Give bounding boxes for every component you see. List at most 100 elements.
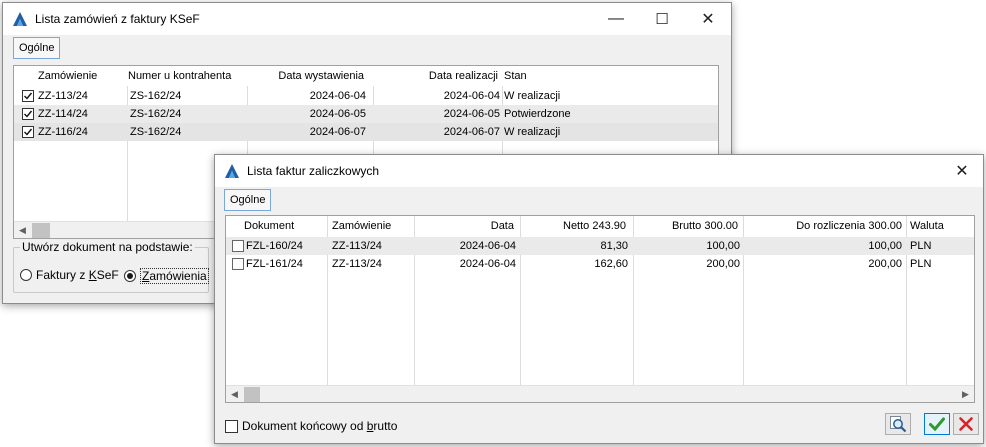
checkmark-icon xyxy=(24,110,33,118)
title-bar: Lista faktur zaliczkowych ✕ xyxy=(215,155,983,187)
cell-waluta: PLN xyxy=(910,258,932,270)
radio-zamowienia[interactable]: Zamówienia xyxy=(124,268,209,284)
x-icon xyxy=(959,417,973,431)
table-row[interactable]: FZL-160/24 ZZ-113/24 2024-06-04 81,30 10… xyxy=(226,237,974,255)
title-bar: Lista zamówień z faktury KSeF — ☐ ✕ xyxy=(3,3,731,35)
cell-data: 2024-06-04 xyxy=(459,258,516,270)
checkbox-box[interactable] xyxy=(225,419,238,433)
maximize-button[interactable]: ☐ xyxy=(639,3,685,35)
cell-numer: ZS-162/24 xyxy=(130,90,182,102)
cell-data-realizacji: 2024-06-04 xyxy=(443,90,500,102)
scroll-left-button[interactable]: ◀ xyxy=(14,222,31,238)
radio-circle-selected[interactable] xyxy=(124,270,136,282)
checkmark-icon xyxy=(24,128,33,136)
scroll-thumb[interactable] xyxy=(32,223,50,238)
row-checkbox[interactable] xyxy=(232,258,244,270)
table-header: Zamówienie Numer u kontrahenta Data wyst… xyxy=(14,66,718,86)
col-waluta[interactable]: Waluta xyxy=(910,216,970,236)
col-data[interactable]: Data xyxy=(416,216,514,236)
cell-do-rozliczenia: 100,00 xyxy=(868,240,902,252)
table-row[interactable]: ZZ-116/24 ZS-162/24 2024-06-07 2024-06-0… xyxy=(14,123,718,141)
cell-dokument: FZL-160/24 xyxy=(246,240,303,252)
table-header: Dokument Zamówienie Data Netto 243.90 Br… xyxy=(226,216,974,236)
scroll-right-button[interactable]: ▶ xyxy=(957,386,974,402)
cell-stan: W realizacji xyxy=(504,90,561,102)
col-brutto[interactable]: Brutto 300.00 xyxy=(636,216,738,236)
cell-data: 2024-06-04 xyxy=(459,240,516,252)
minimize-icon: — xyxy=(608,10,624,27)
arrow-left-icon: ◀ xyxy=(231,389,238,399)
radio-circle[interactable] xyxy=(20,269,32,281)
horizontal-scrollbar[interactable]: ◀ ▶ xyxy=(226,385,974,402)
close-button[interactable]: ✕ xyxy=(939,155,985,187)
table-row[interactable]: ZZ-113/24 ZS-162/24 2024-06-04 2024-06-0… xyxy=(14,87,718,105)
col-stan[interactable]: Stan xyxy=(504,66,584,86)
group-title: Utwórz dokument na podstawie: xyxy=(20,240,195,254)
cell-data-realizacji: 2024-06-07 xyxy=(443,126,500,138)
window-title: Lista zamówień z faktury KSeF xyxy=(35,12,200,26)
cancel-button[interactable] xyxy=(953,413,979,435)
cell-zamowienie: ZZ-114/24 xyxy=(38,108,88,120)
row-checkbox[interactable] xyxy=(22,126,34,138)
tab-ogolne[interactable]: Ogólne xyxy=(224,189,272,211)
cell-brutto: 100,00 xyxy=(706,240,740,252)
cell-do-rozliczenia: 200,00 xyxy=(868,258,902,270)
radio-dot xyxy=(127,273,133,279)
cell-data-realizacji: 2024-06-05 xyxy=(443,108,500,120)
cell-zamowienie: ZZ-116/24 xyxy=(38,126,88,138)
cell-netto: 81,30 xyxy=(600,240,628,252)
preview-button[interactable] xyxy=(885,413,911,435)
col-do-rozliczenia[interactable]: Do rozliczenia 300.00 xyxy=(746,216,902,236)
cell-stan: Potwierdzone xyxy=(504,108,571,120)
row-checkbox[interactable] xyxy=(22,90,34,102)
scroll-thumb[interactable] xyxy=(244,387,260,402)
col-data-realizacji[interactable]: Data realizacji xyxy=(374,66,498,86)
row-checkbox[interactable] xyxy=(22,108,34,120)
table-row[interactable]: FZL-161/24 ZZ-113/24 2024-06-04 162,60 2… xyxy=(226,255,974,273)
final-document-from-gross-checkbox[interactable]: Dokument końcowy od brutto xyxy=(225,419,397,433)
arrow-left-icon: ◀ xyxy=(19,225,26,235)
ok-button[interactable] xyxy=(924,413,950,435)
cell-zamowienie: ZZ-113/24 xyxy=(332,240,382,252)
checkmark-icon xyxy=(24,92,33,100)
close-icon: ✕ xyxy=(701,11,715,28)
checkmark-icon xyxy=(929,417,945,432)
row-checkbox[interactable] xyxy=(232,240,244,252)
cell-stan: W realizacji xyxy=(504,126,561,138)
close-icon: ✕ xyxy=(955,163,969,180)
checkbox-label: Dokument końcowy od brutto xyxy=(242,419,398,433)
magnifier-icon xyxy=(890,416,907,433)
minimize-button[interactable]: — xyxy=(593,3,639,35)
app-logo-icon xyxy=(225,164,239,178)
cell-data-wystawienia: 2024-06-04 xyxy=(309,90,366,102)
tab-ogolne[interactable]: Ogólne xyxy=(13,37,61,59)
cell-numer: ZS-162/24 xyxy=(130,126,182,138)
radio-faktury-ksef[interactable]: Faktury z KSeF xyxy=(20,268,119,282)
radio-label: Faktury z KSeF xyxy=(36,268,119,282)
cell-waluta: PLN xyxy=(910,240,932,252)
radio-label: Zamówienia xyxy=(140,268,209,284)
close-button[interactable]: ✕ xyxy=(685,3,731,35)
cell-netto: 162,60 xyxy=(594,258,628,270)
col-zamowienie[interactable]: Zamówienie xyxy=(332,216,412,236)
scroll-left-button[interactable]: ◀ xyxy=(226,386,243,402)
maximize-icon: ☐ xyxy=(655,11,669,28)
cell-data-wystawienia: 2024-06-05 xyxy=(309,108,366,120)
create-based-on-group: Utwórz dokument na podstawie: Faktury z … xyxy=(13,240,209,293)
arrow-right-icon: ▶ xyxy=(962,389,969,399)
window-advance-invoices: Lista faktur zaliczkowych ✕ Ogólne Dokum… xyxy=(214,154,984,444)
col-numer-kontrahenta[interactable]: Numer u kontrahenta xyxy=(128,66,244,86)
col-data-wystawienia[interactable]: Data wystawienia xyxy=(248,66,364,86)
col-netto[interactable]: Netto 243.90 xyxy=(522,216,626,236)
table-row[interactable]: ZZ-114/24 ZS-162/24 2024-06-05 2024-06-0… xyxy=(14,105,718,123)
col-dokument[interactable]: Dokument xyxy=(244,216,324,236)
cell-zamowienie: ZZ-113/24 xyxy=(332,258,382,270)
cell-dokument: FZL-161/24 xyxy=(246,258,303,270)
cell-zamowienie: ZZ-113/24 xyxy=(38,90,88,102)
cell-brutto: 200,00 xyxy=(706,258,740,270)
cell-data-wystawienia: 2024-06-07 xyxy=(309,126,366,138)
window-title: Lista faktur zaliczkowych xyxy=(247,164,380,178)
cell-numer: ZS-162/24 xyxy=(130,108,182,120)
app-logo-icon xyxy=(13,12,27,26)
col-zamowienie[interactable]: Zamówienie xyxy=(38,66,118,86)
